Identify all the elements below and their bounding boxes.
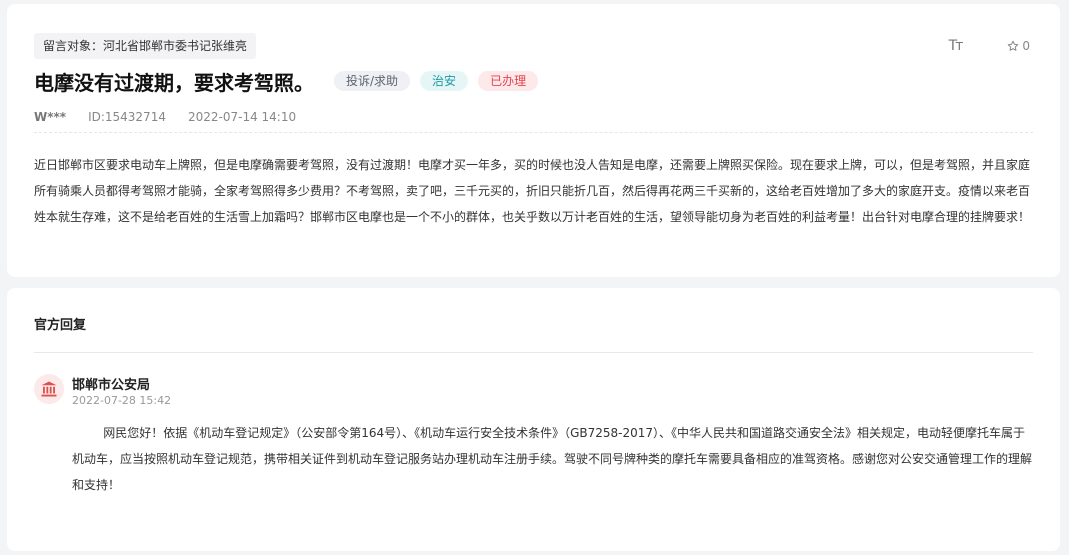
divider: [34, 352, 1033, 353]
message-meta: W*** ID:15432714 2022-07-14 14:10: [34, 108, 296, 126]
favorite-button[interactable]: 0: [1007, 39, 1030, 53]
department-name: 邯郸市公安局: [72, 378, 151, 393]
building-svg: [41, 381, 57, 397]
page-title: 电摩没有过渡期，要求考驾照。: [34, 70, 314, 95]
reply-card: 官方回复 邯郸市公安局 2022-07-28 15:42 网民您好！依据《机动车…: [7, 288, 1060, 551]
tag-category: 投诉/求助: [334, 71, 411, 91]
author-name: W***: [34, 110, 67, 124]
message-tools: Tт 0: [949, 38, 1030, 54]
star-outline-icon: [1008, 40, 1019, 51]
divider: [34, 132, 1033, 133]
reply-heading: 官方回复: [34, 318, 87, 333]
message-id: ID:15432714: [88, 110, 166, 124]
message-time: 2022-07-14 14:10: [187, 110, 297, 124]
reply-content: 网民您好！依据《机动车登记规定》（公安部令第164号）、《机动车运行安全技术条件…: [72, 426, 1033, 492]
tag-type: 治安: [420, 71, 469, 91]
message-card: 留言对象：河北省邯郸市委书记张维亮 Tт 0 电摩没有过渡期，要求考驾照。 投诉…: [7, 4, 1060, 277]
font-size-icon[interactable]: Tт: [949, 38, 964, 54]
reply-time: 2022-07-28 15:42: [72, 394, 172, 407]
status-badge: 已办理: [478, 71, 539, 91]
government-building-icon: [34, 374, 64, 404]
message-target: 留言对象：河北省邯郸市委书记张维亮: [34, 33, 257, 59]
title-row: 电摩没有过渡期，要求考驾照。 投诉/求助 治安 已办理: [34, 66, 539, 96]
message-content: 近日邯郸市区要求电动车上牌照，但是电摩确需要考驾照，没有过渡期！电摩才买一年多，…: [34, 158, 1031, 224]
star-count: 0: [1022, 39, 1030, 53]
